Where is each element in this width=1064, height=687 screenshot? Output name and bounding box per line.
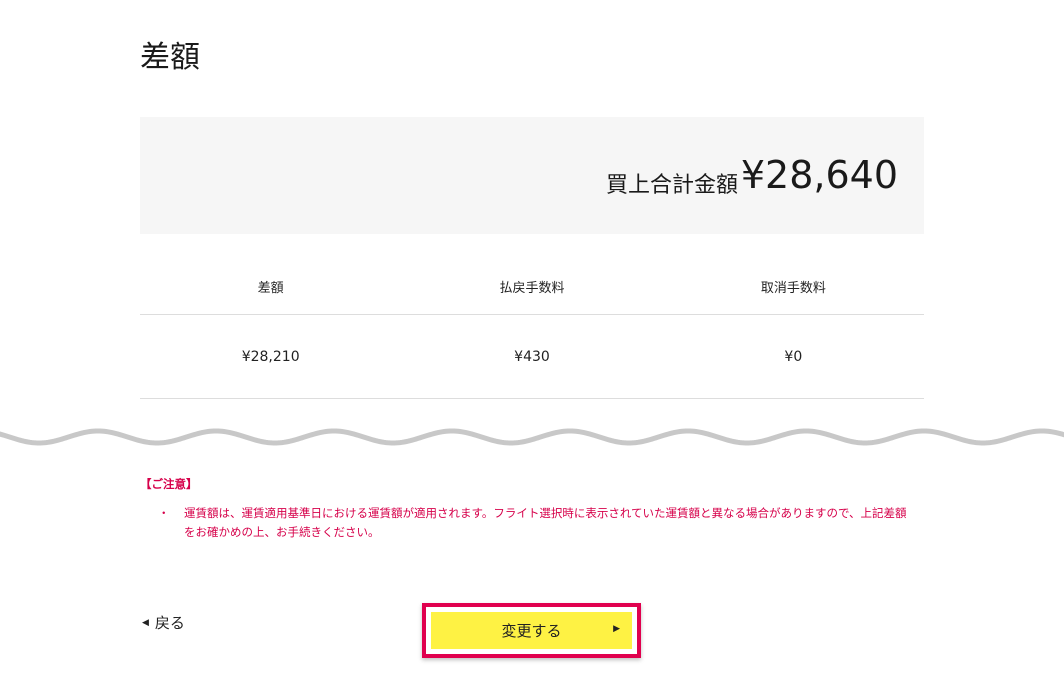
page-title: 差額 [140,40,200,75]
back-link[interactable]: ◀ 戻る [142,612,185,633]
back-link-label: 戻る [154,614,185,632]
fare-difference-page: 差額 買上合計金額 ¥28,640 差額 払戻手数料 取消手数料 ¥28,210… [0,0,1064,687]
wave-divider [0,428,1064,446]
fee-breakdown-table: 差額 払戻手数料 取消手数料 ¥28,210 ¥430 ¥0 [140,259,924,399]
header-cancellation-fee: 取消手数料 [760,281,826,296]
change-submit-button[interactable]: 変更する ▶ [431,612,632,649]
value-refund-fee: ¥430 [514,348,550,365]
purchase-total-amount: ¥28,640 [740,153,898,197]
value-cancellation-fee: ¥0 [784,348,803,365]
header-difference: 差額 [257,281,284,296]
value-difference: ¥28,210 [241,348,300,365]
change-submit-label: 変更する [501,622,562,640]
notice-title: 【ご注意】 [140,477,198,491]
submit-button-focus-ring: 変更する ▶ [422,603,641,658]
purchase-total-panel: 買上合計金額 ¥28,640 [140,117,924,234]
notice-item: ・ 運賃額は、運賃適用基準日における運賃額が適用されます。フライト選択時に表示さ… [140,504,924,542]
notice-bullet: ・ [158,506,170,520]
purchase-total-label: 買上合計金額 [605,173,738,198]
fee-breakdown-header-row: 差額 払戻手数料 取消手数料 [140,259,924,315]
fee-breakdown-value-row: ¥28,210 ¥430 ¥0 [140,315,924,399]
header-refund-fee: 払戻手数料 [499,281,565,296]
notice-text: 運賃額は、運賃適用基準日における運賃額が適用されます。フライト選択時に表示されて… [184,506,907,539]
caret-left-icon: ◀ [142,617,149,628]
notice-section: 【ご注意】 ・ 運賃額は、運賃適用基準日における運賃額が適用されます。フライト選… [140,476,924,542]
caret-right-icon: ▶ [613,624,620,634]
